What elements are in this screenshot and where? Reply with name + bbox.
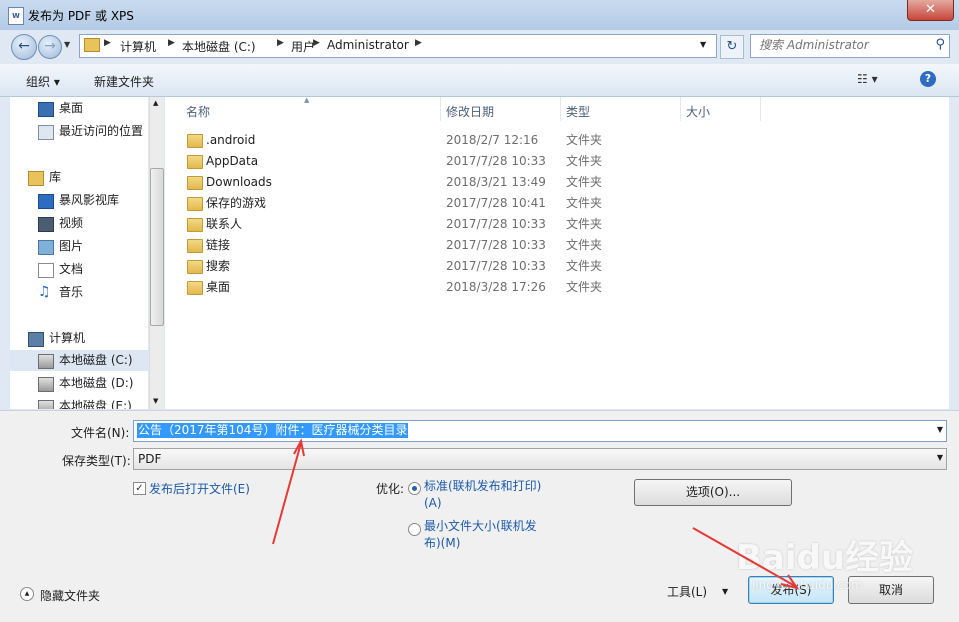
filename-label: 文件名(N): [71,426,130,440]
nav-item-library[interactable]: 库 [10,167,148,188]
filetype-select[interactable]: PDF ▼ [133,448,947,470]
folder-icon [187,155,203,169]
file-row[interactable]: .android 2018/2/7 12:16 文件夹 [165,130,865,151]
breadcrumb-drive-c[interactable]: 本地磁盘 (C:) [182,38,256,55]
nav-item-desktop[interactable]: 桌面 [10,98,148,119]
file-row[interactable]: 联系人 2017/7/28 10:33 文件夹 [165,214,865,235]
scroll-up-icon[interactable]: ▲ [153,99,158,107]
breadcrumb-separator-icon[interactable]: ▶ [313,38,320,48]
file-row[interactable]: 保存的游戏 2017/7/28 10:41 文件夹 [165,193,865,214]
music-icon: ♫ [38,284,51,300]
nav-item-video-library[interactable]: 暴风影视库 [10,190,148,211]
title-bar [0,0,959,30]
column-header-type[interactable]: 类型 [566,103,590,120]
nav-item-drive-e[interactable]: 本地磁盘 (E:) [10,396,148,409]
video-icon [38,217,54,232]
nav-scrollbar-thumb[interactable] [150,168,164,326]
nav-item-drive-d[interactable]: 本地磁盘 (D:) [10,373,148,394]
recent-places-icon [38,125,54,140]
breadcrumb-administrator[interactable]: Administrator [327,38,409,52]
column-header-date[interactable]: 修改日期 [446,103,494,120]
chevron-down-icon[interactable]: ▼ [937,425,943,434]
document-icon [38,263,54,278]
radio-minimum-size-label[interactable]: 最小文件大小(联机发 布)(M) [424,518,537,552]
drive-d-icon [38,377,54,392]
picture-icon [38,240,54,255]
computer-icon [28,332,44,347]
scroll-down-icon[interactable]: ▼ [153,397,158,405]
tools-button[interactable]: 工具(L) [667,583,707,600]
library-icon [28,171,44,186]
organize-button[interactable]: 组织 ▾ [26,73,60,90]
file-row[interactable]: 链接 2017/7/28 10:33 文件夹 [165,235,865,256]
column-header-name[interactable]: 名称 [186,103,210,120]
new-folder-button[interactable]: 新建文件夹 [94,73,154,90]
filetype-label: 保存类型(T): [62,454,131,468]
breadcrumb-separator-icon[interactable]: ▶ [415,38,422,48]
folder-icon [187,176,203,190]
contacts-folder-icon [187,218,203,232]
searches-folder-icon [187,260,203,274]
open-after-publish-label[interactable]: 发布后打开文件(E) [149,480,250,497]
nav-item-recent-places[interactable]: 最近访问的位置 [10,121,148,142]
file-row[interactable]: Downloads 2018/3/21 13:49 文件夹 [165,172,865,193]
close-button[interactable]: ✕ [907,0,954,21]
filename-field[interactable]: 公告（2017年第104号）附件：医疗器械分类目录 ▼ [133,420,947,442]
address-bar[interactable]: ▶ 计算机 ▶ 本地磁盘 (C:) ▶ 用户 ▶ Administrator ▶ [79,34,717,58]
desktop-folder-icon [187,281,203,295]
nav-item-music[interactable]: ♫ 音乐 [10,282,148,303]
folder-icon [84,38,100,52]
window-title: 发布为 PDF 或 XPS [28,9,134,23]
radio-standard[interactable] [408,482,421,495]
file-row[interactable]: 搜索 2017/7/28 10:33 文件夹 [165,256,865,277]
radio-minimum-size[interactable] [408,523,421,536]
forward-button[interactable]: → [38,35,62,59]
nav-item-documents[interactable]: 文档 [10,259,148,280]
nav-item-videos[interactable]: 视频 [10,213,148,234]
word-app-icon: W [8,7,24,25]
file-row[interactable]: AppData 2017/7/28 10:33 文件夹 [165,151,865,172]
nav-item-pictures[interactable]: 图片 [10,236,148,257]
drive-e-icon [38,400,54,409]
refresh-button[interactable]: ↻ [720,35,744,59]
breadcrumb-separator-icon[interactable]: ▶ [277,38,284,48]
saved-games-folder-icon [187,197,203,211]
chevron-down-icon[interactable]: ▼ [722,587,728,596]
back-button[interactable]: ← [11,34,37,60]
filename-text: 公告（2017年第104号）附件：医疗器械分类目录 [137,423,409,438]
search-icon[interactable]: ⚲ [935,37,945,52]
desktop-icon [38,102,54,117]
history-dropdown-icon[interactable]: ▼ [64,40,70,49]
hide-folders-link[interactable]: 隐藏文件夹 [40,587,100,604]
options-button[interactable]: 选项(O)... [634,479,792,506]
open-after-publish-checkbox[interactable]: ✓ [133,482,146,495]
breadcrumb-users[interactable]: 用户 [291,38,315,55]
folder-icon [187,134,203,148]
drive-c-icon [38,354,54,369]
links-folder-icon [187,239,203,253]
address-dropdown-icon[interactable]: ▼ [700,40,706,49]
column-header-size[interactable]: 大小 [686,103,710,120]
change-view-button[interactable]: ☷ ▾ [857,72,878,86]
collapse-up-icon[interactable]: ▲ [20,587,34,601]
breadcrumb-separator-icon[interactable]: ▶ [168,38,175,48]
breadcrumb-computer[interactable]: 计算机 [120,38,156,55]
nav-item-computer[interactable]: 计算机 [10,328,148,349]
nav-item-drive-c[interactable]: 本地磁盘 (C:) [10,350,148,371]
navigation-pane: 桌面 最近访问的位置 库 暴风影视库 视频 图片 文档 ♫ 音乐 计算机 本地磁… [10,97,148,409]
search-box[interactable]: ⚲ [750,34,950,58]
radio-standard-label[interactable]: 标准(联机发布和打印) (A) [424,478,541,512]
video-library-icon [38,194,54,209]
chevron-down-icon[interactable]: ▼ [937,453,943,462]
file-row[interactable]: 桌面 2018/3/28 17:26 文件夹 [165,277,865,298]
help-icon[interactable]: ? [920,71,936,87]
baidu-watermark: Baidu经验 jingyan.baidu.com [736,538,914,592]
sort-arrow-icon: ▲ [304,96,310,104]
breadcrumb-separator-icon[interactable]: ▶ [104,38,111,48]
optimize-label: 优化: [376,482,405,496]
search-input[interactable] [759,38,924,52]
filetype-value: PDF [138,452,162,466]
